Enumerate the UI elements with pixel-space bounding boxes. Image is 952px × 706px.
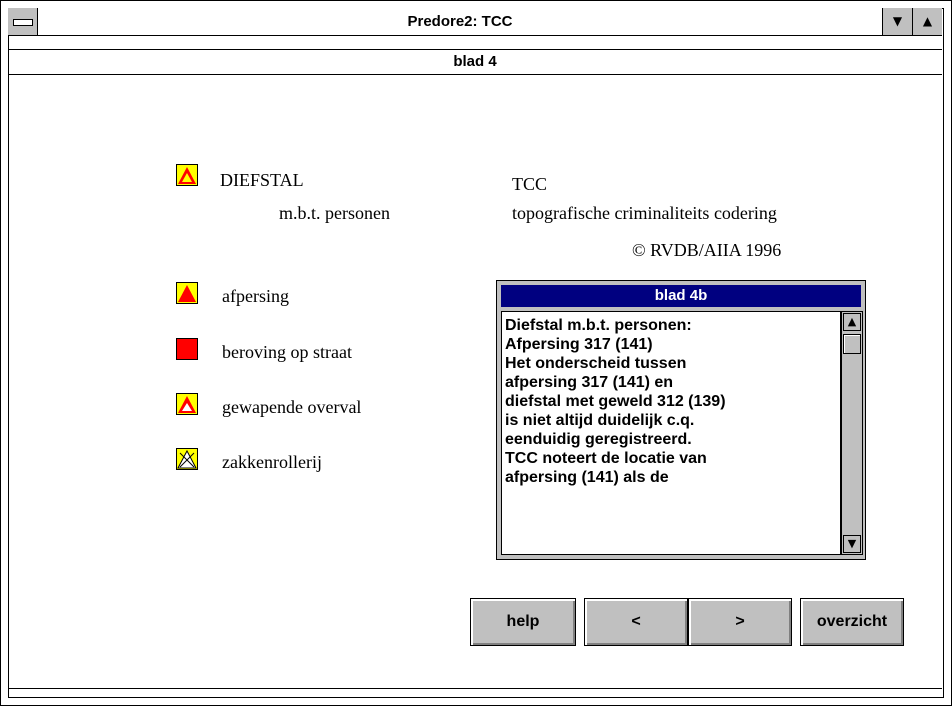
- panel-line: TCC noteert de locatie van: [505, 450, 707, 467]
- triangle-yellow-red-icon: [176, 164, 198, 186]
- panel-line: eenduidig geregistreerd.: [505, 431, 692, 448]
- legend-afpersing: afpersing: [222, 286, 289, 306]
- legend-zakkenrollerij: zakkenrollerij: [222, 452, 322, 472]
- scroll-thumb[interactable]: [843, 334, 861, 354]
- panel-line: Afpersing 317 (141): [505, 336, 653, 353]
- hollow-red-triangle-icon: [176, 393, 198, 415]
- tcc-full: topografische criminaliteits codering: [512, 203, 777, 223]
- crossed-triangle-icon: [176, 448, 198, 470]
- next-button[interactable]: >: [688, 598, 792, 646]
- panel-scrollbar[interactable]: ▲ ▼: [841, 311, 863, 555]
- info-panel: blad 4b Diefstal m.b.t. personen: Afpers…: [496, 280, 866, 560]
- panel-text-area[interactable]: Diefstal m.b.t. personen: Afpersing 317 …: [501, 311, 841, 555]
- system-menu-icon: [13, 19, 33, 26]
- copyright: © RVDB/AIIA 1996: [632, 240, 782, 260]
- scroll-up-button[interactable]: ▲: [843, 313, 861, 331]
- category-subtitle: m.b.t. personen: [279, 203, 390, 223]
- system-menu-button[interactable]: [8, 8, 38, 35]
- tcc-abbrev: TCC: [512, 174, 548, 194]
- title-bar[interactable]: Predore2: TCC ▼ ▲: [8, 8, 942, 36]
- category-title: DIEFSTAL: [220, 170, 304, 190]
- panel-line: is niet altijd duidelijk c.q.: [505, 412, 695, 429]
- legend-beroving: beroving op straat: [222, 342, 352, 362]
- scroll-down-button[interactable]: ▼: [843, 535, 861, 553]
- window-bottom-border: [8, 688, 942, 697]
- window-title: Predore2: TCC: [407, 13, 513, 30]
- panel-line: Het onderscheid tussen: [505, 355, 687, 372]
- legend-gewapende-overval: gewapende overval: [222, 397, 362, 417]
- help-button[interactable]: help: [470, 598, 576, 646]
- overview-button[interactable]: overzicht: [800, 598, 904, 646]
- panel-line: Diefstal m.b.t. personen:: [505, 317, 692, 334]
- filled-red-triangle-red-bg-icon: [176, 338, 198, 360]
- panel-line: diefstal met geweld 312 (139): [505, 393, 726, 410]
- page-subtitle: blad 4: [8, 49, 942, 75]
- panel-line: afpersing 317 (141) en: [505, 374, 674, 391]
- minimize-button[interactable]: ▼: [882, 8, 912, 35]
- panel-title: blad 4b: [501, 285, 861, 307]
- prev-button[interactable]: <: [584, 598, 688, 646]
- maximize-button[interactable]: ▲: [912, 8, 942, 35]
- panel-line: afpersing (141) als de: [505, 469, 669, 486]
- filled-red-triangle-icon: [176, 282, 198, 304]
